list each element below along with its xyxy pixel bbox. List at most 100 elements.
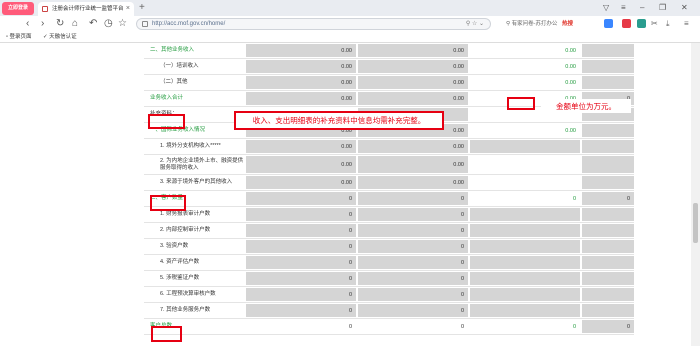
table-row: （一）培训收入 0.00 0.00 0.00 <box>144 59 634 75</box>
download-icon[interactable]: ⤓ <box>666 17 670 30</box>
row-label: 3. 验资户数 <box>160 243 189 249</box>
table-cell: 0 <box>246 272 356 285</box>
table-cell <box>582 240 634 253</box>
close-window-icon[interactable]: ✕ <box>681 2 688 14</box>
tab-title: 注册会计师行业统一监管平台 <box>52 6 124 12</box>
browser-logo-button[interactable]: 立即登录 <box>2 2 34 15</box>
more-icon[interactable]: ≡ <box>684 17 689 30</box>
table-cell: 0.00 <box>246 156 356 173</box>
table-cell <box>582 224 634 237</box>
game-icon[interactable] <box>622 19 631 28</box>
highlight-client-total <box>151 326 182 342</box>
scrollbar-thumb[interactable] <box>693 203 698 243</box>
address-url[interactable]: http://acc.mof.gov.cn/home/ <box>152 19 225 30</box>
table-cell[interactable] <box>470 176 580 189</box>
table-cell <box>470 288 580 301</box>
table-row: 6. 工程预决算审核户数 0 0 <box>144 287 634 303</box>
table-cell <box>470 304 580 317</box>
search-placeholder: 有家问卷-苏打办公 <box>511 21 558 27</box>
table-cell <box>470 256 580 269</box>
table-cell: 0.00 <box>246 60 356 73</box>
row-label: 业务收入合计 <box>150 95 184 101</box>
table-cell: 0 <box>358 256 468 269</box>
row-label: 7. 其他业务服务户数 <box>160 307 211 313</box>
forward-icon[interactable]: › <box>41 17 44 30</box>
undo-icon[interactable]: ↶ <box>89 17 97 30</box>
back-icon[interactable]: ‹ <box>26 17 29 30</box>
page-info-icon[interactable] <box>142 21 148 27</box>
table-cell <box>582 272 634 285</box>
callout-unit: 金额单位为万元。 <box>541 99 631 113</box>
row-label: 二、其他业务收入 <box>150 47 195 53</box>
table-cell[interactable] <box>470 156 580 173</box>
browser-titlebar: 立即登录 注册会计师行业统一监管平台 × + ▽ ≡ – ❐ ✕ <box>0 0 700 16</box>
table-cell <box>582 76 634 89</box>
page-scrollbar[interactable] <box>691 43 700 346</box>
table-cell: 0.00 <box>358 44 468 57</box>
table-cell[interactable]: 0.00 <box>470 124 580 137</box>
skin-icon[interactable]: ▽ <box>603 2 609 14</box>
highlight-supplement-label <box>148 114 185 129</box>
search-box[interactable]: ⚲ 有家问卷-苏打办公 热搜 <box>506 18 601 30</box>
table-cell: 0.00 <box>246 76 356 89</box>
table-cell[interactable]: 0 <box>358 320 468 333</box>
page-content: 二、其他业务收入 0.00 0.00 0.00 （一）培训收入 0.00 0.00 0.00 （… <box>0 43 700 346</box>
address-actions-icon[interactable]: ⚲ ☆ ⌄ <box>466 19 484 30</box>
table-cell: 0.00 <box>358 176 468 189</box>
table-cell[interactable]: 0 <box>470 192 580 205</box>
hot-search-badge[interactable]: 热搜 <box>562 21 573 27</box>
table-cell[interactable]: 0.00 <box>470 76 580 89</box>
address-bar[interactable]: http://acc.mof.gov.cn/home/ ⚲ ☆ ⌄ <box>136 18 491 30</box>
table-cell <box>582 304 634 317</box>
table-cell[interactable]: 0.00 <box>470 60 580 73</box>
table-cell: 0 <box>246 208 356 221</box>
table-cell: 0 <box>358 192 468 205</box>
history-icon[interactable]: ◷ <box>104 17 113 30</box>
row-label: （二）其他 <box>160 79 188 85</box>
apps-icon[interactable] <box>604 19 613 28</box>
extension-icon[interactable] <box>637 19 646 28</box>
table-cell <box>470 240 580 253</box>
table-cell[interactable]: 0.00 <box>470 44 580 57</box>
tab-close-icon[interactable]: × <box>126 2 130 16</box>
table-cell <box>582 288 634 301</box>
bookmarks-bar: ▫ 登录页面 ✓ 天融信认证 <box>0 32 700 43</box>
table-row: 5. 涉税鉴证户数 0 0 <box>144 271 634 287</box>
table-cell <box>582 176 634 189</box>
reload-icon[interactable]: ↻ <box>56 17 64 30</box>
table-cell[interactable]: 0 <box>470 320 580 333</box>
row-label: 1. 境外分支机构收入***** <box>160 143 221 149</box>
scissors-icon[interactable]: ✂ <box>651 17 658 30</box>
table-cell: 0 <box>358 304 468 317</box>
bookmark-cert[interactable]: ✓ 天融信认证 <box>43 32 77 42</box>
row-label: 2. 内部控制审计户数 <box>160 227 211 233</box>
minimize-icon[interactable]: – <box>640 2 644 14</box>
row-label: 2. 为内地企业境外上市、融资提供服务取得的收入 <box>160 157 244 171</box>
browser-tab[interactable]: 注册会计师行业统一监管平台 × <box>38 2 134 16</box>
table-cell[interactable]: 0 <box>246 320 356 333</box>
table-row: 1. 境外分支机构收入***** 0.00 0.00 <box>144 139 634 155</box>
table-row: 二、客户数量 0 0 0 0 <box>144 191 634 207</box>
bookmark-star-icon[interactable]: ☆ <box>118 17 127 30</box>
new-tab-icon[interactable]: + <box>139 1 145 15</box>
menu-icon[interactable]: ≡ <box>621 2 626 14</box>
bookmark-login-page[interactable]: ▫ 登录页面 <box>6 32 32 42</box>
restore-icon[interactable]: ❐ <box>659 2 666 14</box>
table-cell <box>470 224 580 237</box>
table-row: 二、其他业务收入 0.00 0.00 0.00 <box>144 43 634 59</box>
table-cell: 0 <box>358 224 468 237</box>
table-cell <box>582 140 634 153</box>
table-cell: 0.00 <box>358 76 468 89</box>
table-cell: 0 <box>358 208 468 221</box>
home-icon[interactable]: ⌂ <box>72 17 78 30</box>
table-cell: 0 <box>246 192 356 205</box>
row-label: （一）培训收入 <box>160 63 199 69</box>
tab-favicon-icon <box>42 6 48 12</box>
table-row: 2. 为内地企业境外上市、融资提供服务取得的收入 0.00 0.00 <box>144 155 634 175</box>
highlight-client-count <box>150 195 186 211</box>
row-label: 4. 资产评估户数 <box>160 259 200 265</box>
row-label: 6. 工程预决算审核户数 <box>160 291 216 297</box>
table-cell: 0.00 <box>246 140 356 153</box>
table-cell: 0 <box>246 304 356 317</box>
table-cell: 0 <box>246 256 356 269</box>
